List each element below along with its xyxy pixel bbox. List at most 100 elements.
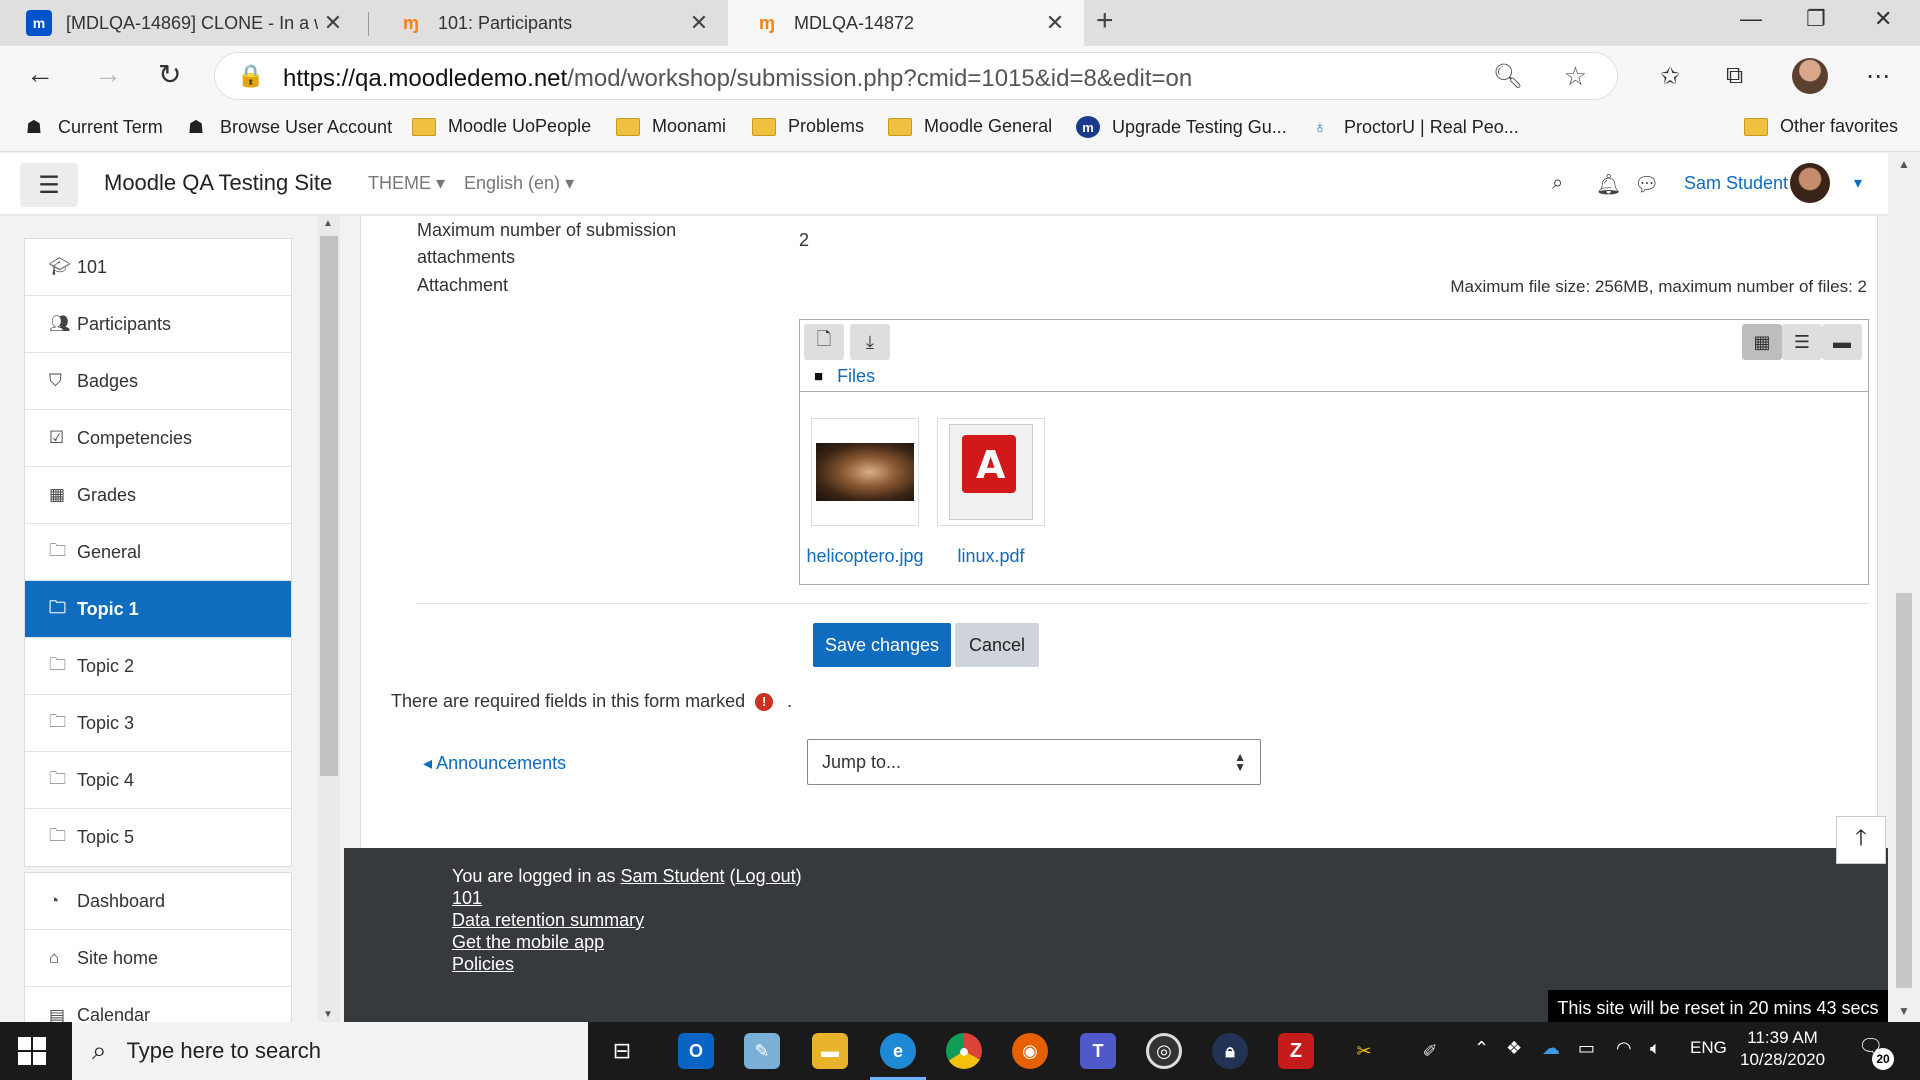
bookmark-problems[interactable]: Problems: [752, 116, 864, 137]
chat-icon[interactable]: 💬︎: [1634, 172, 1659, 197]
browser-profile-avatar[interactable]: [1792, 58, 1828, 94]
battery-icon[interactable]: ▭: [1578, 1038, 1595, 1059]
edge-icon[interactable]: e: [870, 1033, 926, 1080]
previous-activity-link[interactable]: ◂ Announcements: [423, 753, 566, 774]
footer-link-data-retention[interactable]: Data retention summary: [452, 910, 644, 931]
volume-icon[interactable]: 🔈︎: [1650, 1038, 1661, 1059]
sidebar-item-competencies[interactable]: ☑ Competencies: [25, 410, 291, 467]
zoom-icon[interactable]: 🔍︎: [1493, 62, 1523, 91]
file-item-image[interactable]: helicoptero.jpg: [800, 418, 930, 567]
bell-icon[interactable]: 🔔︎: [1596, 172, 1621, 197]
filezilla-icon[interactable]: Z: [1278, 1033, 1314, 1069]
more-menu-icon[interactable]: ⋯: [1866, 62, 1890, 91]
menu-toggle-button[interactable]: ☰: [20, 163, 78, 207]
chrome-icon[interactable]: ●: [946, 1033, 982, 1069]
file-item-pdf[interactable]: linux.pdf: [926, 418, 1056, 567]
notepad-icon[interactable]: ✎: [744, 1033, 780, 1069]
bookmark-moodle-uopeople[interactable]: Moodle UoPeople: [412, 116, 591, 137]
sidebar-item-topic-3[interactable]: 🗀 Topic 3: [25, 695, 291, 752]
bookmark-browse-user[interactable]: ☗ Browse User Account: [184, 116, 392, 138]
close-tab-icon[interactable]: ✕: [684, 10, 714, 36]
sidebar-item-topic-5[interactable]: 🗀 Topic 5: [25, 809, 291, 866]
task-view-icon[interactable]: ⊟: [604, 1033, 640, 1069]
user-name[interactable]: Sam Student: [1684, 173, 1788, 194]
teams-icon[interactable]: T: [1080, 1033, 1116, 1069]
star-icon[interactable]: ☆: [1564, 61, 1587, 92]
user-menu-caret-icon[interactable]: ▾: [1854, 173, 1862, 193]
view-icons-button[interactable]: ▦: [1742, 324, 1782, 360]
outlook-icon[interactable]: O: [678, 1033, 714, 1069]
download-button[interactable]: ⤓: [850, 324, 890, 360]
scroll-up-icon[interactable]: ▲: [1898, 157, 1910, 171]
theme-dropdown[interactable]: THEME ▾: [368, 173, 445, 194]
scroll-up-icon[interactable]: ▲: [323, 218, 333, 229]
add-file-button[interactable]: 🗋: [804, 324, 844, 360]
tray-expand-icon[interactable]: ⌃: [1474, 1038, 1489, 1059]
back-arrow-icon[interactable]: ←: [26, 58, 54, 90]
view-tree-button[interactable]: ▬: [1822, 324, 1862, 360]
sidebar-item-badges[interactable]: ⛉ Badges: [25, 353, 291, 410]
tools-icon[interactable]: ✂: [1346, 1033, 1382, 1069]
scroll-down-icon[interactable]: ▼: [1898, 1004, 1910, 1018]
scrollbar-thumb[interactable]: [1896, 593, 1912, 988]
site-name[interactable]: Moodle QA Testing Site: [104, 170, 332, 196]
paint-icon[interactable]: ✐: [1412, 1033, 1448, 1069]
back-to-top-button[interactable]: 🡑: [1836, 816, 1886, 864]
footer-link-policies[interactable]: Policies: [452, 954, 514, 975]
vpn-lock-icon[interactable]: 🔒︎: [1212, 1033, 1248, 1069]
close-tab-icon[interactable]: ✕: [318, 10, 348, 36]
sidebar-item-topic-4[interactable]: 🗀 Topic 4: [25, 752, 291, 809]
drawer-scrollbar[interactable]: ▲ ▼: [318, 216, 340, 1022]
windows-start-icon[interactable]: [18, 1037, 46, 1065]
firefox-icon[interactable]: ◉: [1012, 1033, 1048, 1069]
user-avatar[interactable]: [1790, 163, 1830, 203]
close-tab-icon[interactable]: ✕: [1040, 10, 1070, 36]
media-player-icon[interactable]: ◎: [1146, 1033, 1182, 1069]
browser-tab-jira[interactable]: m [MDLQA-14869] CLONE - In a wo ✕: [0, 0, 362, 46]
browser-tab-participants[interactable]: ɱ 101: Participants ✕: [372, 0, 728, 46]
sidebar-item-general[interactable]: 🗀 General: [25, 524, 291, 581]
input-language[interactable]: ENG: [1690, 1038, 1727, 1058]
sidebar-item-grades[interactable]: ▦ Grades: [25, 467, 291, 524]
taskbar-search-input[interactable]: ⌕ Type here to search: [72, 1022, 588, 1080]
page-scrollbar[interactable]: ▲ ▼: [1888, 153, 1920, 1022]
logout-link[interactable]: Log out: [736, 866, 796, 886]
view-details-button[interactable]: ☰: [1782, 324, 1822, 360]
sidebar-item-topic-1[interactable]: 🗀 Topic 1: [25, 581, 291, 638]
sidebar-item-calendar[interactable]: ▤ Calendar: [25, 987, 291, 1022]
file-path-breadcrumb[interactable]: ■ Files: [814, 366, 875, 387]
new-tab-icon[interactable]: +: [1096, 4, 1114, 38]
bookmark-upgrade-testing[interactable]: m Upgrade Testing Gu...: [1076, 116, 1287, 138]
bookmark-moodle-general[interactable]: Moodle General: [888, 116, 1052, 137]
favorites-icon[interactable]: ✩: [1660, 62, 1680, 91]
collections-icon[interactable]: ⧉: [1726, 62, 1743, 90]
jump-to-select[interactable]: Jump to... ▲ ▼: [807, 739, 1261, 785]
scroll-down-icon[interactable]: ▼: [323, 1009, 333, 1020]
refresh-icon[interactable]: ↻: [158, 58, 181, 91]
sidebar-item-participants[interactable]: 👥︎ Participants: [25, 296, 291, 353]
footer-link-mobile-app[interactable]: Get the mobile app: [452, 932, 604, 953]
bookmark-other-favorites[interactable]: Other favorites: [1744, 116, 1898, 137]
close-window-icon[interactable]: ✕: [1874, 6, 1892, 32]
url-input[interactable]: 🔒 https://qa.moodledemo.net/mod/workshop…: [214, 52, 1618, 100]
user-profile-link[interactable]: Sam Student: [620, 866, 724, 886]
taskbar-clock[interactable]: 11:39 AM 10/28/2020: [1740, 1027, 1825, 1071]
browser-tab-active[interactable]: ɱ MDLQA-14872 ✕: [728, 0, 1084, 46]
file-explorer-icon[interactable]: ▬: [812, 1033, 848, 1069]
bookmark-proctoru[interactable]: ♁ ProctorU | Real Peo...: [1308, 116, 1519, 138]
cancel-button[interactable]: Cancel: [955, 623, 1039, 667]
sidebar-item-dashboard[interactable]: ◔ Dashboard: [25, 873, 291, 930]
save-changes-button[interactable]: Save changes: [813, 623, 951, 667]
search-icon[interactable]: ⌕: [1552, 172, 1563, 195]
notification-center-icon[interactable]: 🗨︎ 20: [1858, 1034, 1894, 1070]
forward-arrow-icon[interactable]: →: [94, 58, 122, 90]
onedrive-icon[interactable]: ☁: [1542, 1038, 1560, 1059]
restore-icon[interactable]: ❐: [1806, 6, 1826, 32]
bookmark-moonami[interactable]: Moonami: [616, 116, 726, 137]
wifi-icon[interactable]: ◠: [1616, 1038, 1632, 1059]
minimize-icon[interactable]: —: [1740, 6, 1762, 32]
sidebar-item-site-home[interactable]: ⌂ Site home: [25, 930, 291, 987]
bookmark-current-term[interactable]: ☗ Current Term: [22, 116, 163, 138]
sidebar-item-101[interactable]: 🎓︎ 101: [25, 239, 291, 296]
footer-link-course[interactable]: 101: [452, 888, 482, 909]
